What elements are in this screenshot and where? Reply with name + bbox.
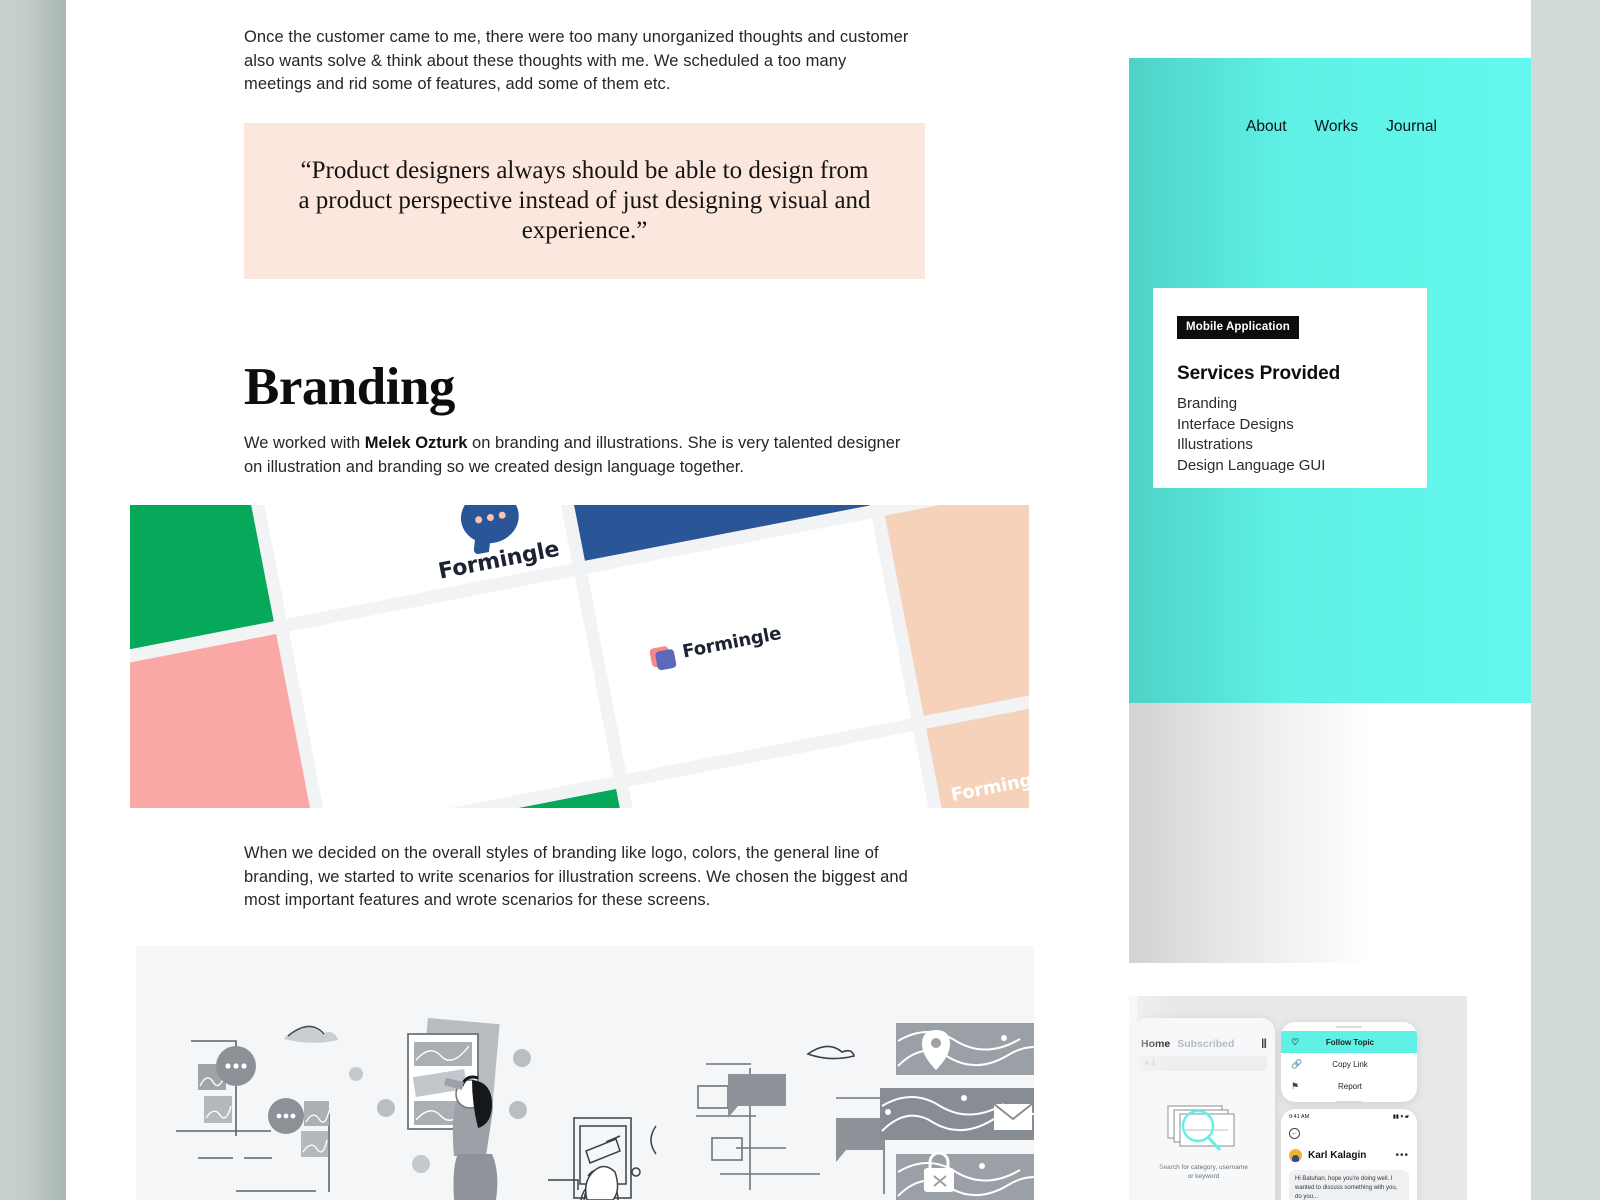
panel-left-fade-overlay (1129, 703, 1531, 963)
service-item: Illustrations (1177, 436, 1253, 453)
search-value: | (1152, 1060, 1155, 1067)
collage-tile-white-2 (289, 575, 614, 808)
empty-caption-line-1: Search for category, username (1159, 1164, 1248, 1171)
empty-caption: Search for category, username or keyword (1132, 1163, 1275, 1181)
avatar (1289, 1149, 1302, 1162)
panel-body-paragraph: e in Norway, Sweden, est features from d… (1129, 780, 1531, 828)
services-list: Branding Interface Designs Illustrations… (1177, 394, 1401, 476)
screenshot-stage: Once the customer came to me, there were… (0, 0, 1600, 1200)
nav-item-works[interactable]: Works (1315, 118, 1359, 136)
formingle-wordmark: Formingle (436, 536, 562, 585)
mockup-phone-home: Home Subscribed ||| ⌕ | Search for categ… (1132, 1018, 1275, 1200)
filter-sliders-icon[interactable]: ||| (1261, 1038, 1267, 1049)
square-stack-icon (648, 642, 677, 671)
back-icon[interactable]: ← (1289, 1128, 1300, 1139)
mockup-chat-screen: 9:41 AM ▮▮ ▾ ▰ ← Karl Kalagin ••• Hi Bat… (1281, 1109, 1417, 1200)
menu-item-report[interactable]: ⚑ Report (1281, 1075, 1417, 1097)
menu-label: Report (1337, 1081, 1362, 1091)
status-bar: 9:41 AM ▮▮ ▾ ▰ (1281, 1109, 1417, 1120)
chat-header: Karl Kalagin ••• (1281, 1139, 1417, 1162)
status-indicators: ▮▮ ▾ ▰ (1392, 1114, 1409, 1120)
status-badge: Mobile Application (1177, 316, 1299, 339)
mockup-search-input[interactable]: ⌕ | (1140, 1056, 1267, 1071)
menu-item-follow-topic[interactable]: ♡ Follow Topic (1281, 1031, 1417, 1053)
menu-item-copy-link[interactable]: 🔗 Copy Link (1281, 1053, 1417, 1075)
case-study-document: Once the customer came to me, there were… (66, 0, 1129, 1200)
mobile-mockups: Home Subscribed ||| ⌕ | Search for categ… (1129, 996, 1531, 1200)
empty-caption-line-2: or keyword (1187, 1173, 1220, 1180)
status-time: 9:41 AM (1289, 1114, 1310, 1120)
search-cards-illustration-icon (1166, 1105, 1235, 1152)
more-options-icon[interactable]: ••• (1395, 1150, 1409, 1161)
drag-handle[interactable] (1336, 1026, 1362, 1028)
site-navigation[interactable]: About Works Journal (1129, 118, 1531, 136)
speech-bubble-icon (456, 505, 524, 549)
chat-message: Hi Batuhan, hope you're doing well. I wa… (1289, 1170, 1409, 1200)
tab-home[interactable]: Home (1141, 1038, 1170, 1050)
collage-grid: Formingle Formingle Formingle (130, 505, 1029, 808)
formingle-logo-horizontal-2: Formingle (949, 767, 1029, 807)
pull-quote-text: “Product designers always should be able… (298, 157, 871, 244)
mockup-tabs[interactable]: Home Subscribed (1141, 1038, 1234, 1050)
collaborator-name: Melek Ozturk (364, 434, 468, 452)
service-item: Interface Designs (1177, 415, 1294, 433)
scenarios-paragraph: When we decided on the overall styles of… (244, 844, 908, 909)
page-right-backdrop (1531, 0, 1600, 1200)
mockup-action-sheet: ♡ Follow Topic 🔗 Copy Link ⚑ Report (1281, 1022, 1417, 1102)
heart-icon: ♡ (1291, 1036, 1300, 1047)
nav-item-about[interactable]: About (1246, 118, 1287, 136)
intro-paragraph: Once the customer came to me, there were… (244, 28, 909, 93)
empty-state: Search for category, username or keyword (1132, 1100, 1275, 1181)
secondary-window-panel: About Works Journal Mobile Application S… (1129, 0, 1531, 1200)
collage-tile-white-3: Formingle (586, 517, 911, 775)
tab-subscribed[interactable]: Subscribed (1177, 1038, 1234, 1050)
services-card-title: Services Provided (1177, 363, 1341, 384)
panel-body-line-1: e in Norway, Sweden, (1139, 783, 1299, 801)
collage-tile-pink-2 (130, 633, 316, 808)
flag-icon: ⚑ (1291, 1080, 1300, 1091)
formingle-wordmark: Formingle (680, 623, 784, 663)
branding-lead-paragraph: We worked with Melek Ozturk on branding … (244, 432, 904, 479)
panel-body-line-3: to create trendy design (1139, 879, 1307, 897)
formingle-logo-stacked: Formingle (425, 505, 561, 585)
service-item: Branding (1177, 395, 1238, 412)
menu-label: Follow Topic (1325, 1037, 1375, 1047)
contact-name: Karl Kalagin (1308, 1150, 1367, 1161)
menu-label: Copy Link (1332, 1059, 1368, 1069)
link-icon: 🔗 (1291, 1058, 1303, 1069)
service-item: Design Language GUI (1177, 456, 1326, 474)
pull-quote-block: “Product designers always should be able… (244, 123, 925, 279)
formingle-wordmark: Formingle (949, 766, 1029, 807)
formingle-logo-horizontal: Formingle (648, 622, 783, 671)
services-provided-card: Mobile Application Services Provided Bra… (1153, 288, 1427, 488)
branding-collage-image: Formingle Formingle Formingle (130, 505, 1029, 808)
section-heading-branding: Branding (244, 358, 455, 416)
page-left-backdrop (0, 0, 66, 1200)
collage-tile-peach-1 (884, 505, 1029, 717)
lead-text-before: We worked with (244, 434, 365, 452)
illustration-strip-image (136, 946, 1034, 1200)
panel-body-line-2: est features from different (1139, 807, 1327, 825)
search-icon: ⌕ (1145, 1059, 1149, 1067)
nav-item-journal[interactable]: Journal (1386, 118, 1437, 136)
illustration-artwork (136, 946, 1034, 1200)
bottom-handle (1336, 1101, 1362, 1102)
